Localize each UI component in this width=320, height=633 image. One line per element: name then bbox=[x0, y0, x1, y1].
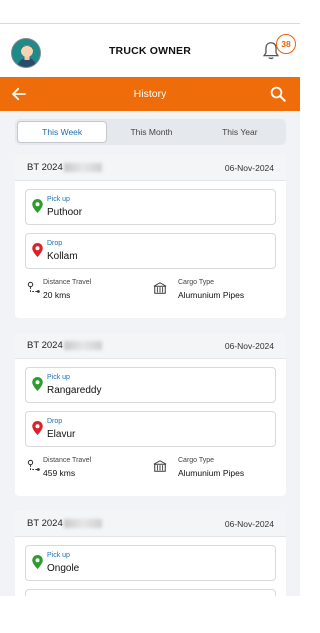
trip-date: 06-Nov-2024 bbox=[224, 162, 274, 173]
trip-id: BT 2024 bbox=[27, 518, 102, 529]
trip-date: 06-Nov-2024 bbox=[224, 340, 274, 351]
trip-stats: Distance Travel 459 kms Cargo Type Alumu… bbox=[25, 451, 276, 489]
trip-card-header: BT 2024 06-Nov-2024 bbox=[15, 155, 286, 181]
cargo-stat: Cargo Type Alumunium Pipes bbox=[178, 279, 244, 300]
trip-card-header: BT 2024 06-Nov-2024 bbox=[15, 333, 286, 359]
page-title: History bbox=[133, 88, 167, 100]
pickup-value: Puthoor bbox=[47, 207, 83, 218]
drop-label: Drop bbox=[47, 240, 63, 247]
period-tabs: This Week This Month This Year bbox=[15, 119, 286, 145]
map-pin-green-icon bbox=[32, 199, 43, 213]
route-icon bbox=[27, 281, 40, 293]
distance-value: 20 kms bbox=[43, 290, 71, 300]
redacted-id bbox=[63, 163, 102, 172]
tab-this-month[interactable]: This Month bbox=[107, 121, 195, 143]
trip-id: BT 2024 bbox=[27, 340, 102, 351]
history-content: This Week This Month This Year BT 2024 0… bbox=[0, 111, 300, 596]
trip-id-prefix: BT 2024 bbox=[27, 518, 63, 529]
trip-id-prefix: BT 2024 bbox=[27, 162, 63, 173]
pickup-value: Rangareddy bbox=[47, 385, 102, 396]
map-pin-green-icon bbox=[32, 377, 43, 391]
tab-this-week[interactable]: This Week bbox=[17, 121, 108, 143]
pickup-label: Pick up bbox=[47, 374, 70, 381]
trip-card[interactable]: BT 2024 06-Nov-2024 Pick up Rangareddy D… bbox=[15, 333, 286, 496]
cargo-label: Cargo Type bbox=[178, 457, 215, 464]
distance-value: 459 kms bbox=[43, 468, 76, 478]
pickup-value: Ongole bbox=[47, 563, 80, 574]
pickup-location: Pick up Ongole bbox=[25, 545, 276, 581]
search-button[interactable] bbox=[269, 85, 287, 108]
app-title: TRUCK OWNER bbox=[108, 44, 192, 57]
route-icon bbox=[27, 459, 40, 471]
trip-date: 06-Nov-2024 bbox=[224, 518, 274, 529]
trip-card[interactable]: BT 2024 06-Nov-2024 Pick up Ongole bbox=[15, 511, 286, 596]
redacted-id bbox=[63, 519, 102, 528]
drop-location: Drop Elavur bbox=[25, 411, 276, 447]
pickup-location: Pick up Rangareddy bbox=[25, 367, 276, 403]
history-toolbar: History bbox=[0, 77, 300, 111]
map-pin-red-icon bbox=[32, 421, 43, 435]
avatar[interactable] bbox=[11, 38, 41, 68]
tab-this-year[interactable]: This Year bbox=[196, 121, 284, 143]
cargo-value: Alumunium Pipes bbox=[178, 468, 245, 478]
trip-card-header: BT 2024 06-Nov-2024 bbox=[15, 511, 286, 537]
drop-value: Elavur bbox=[47, 429, 76, 440]
pickup-label: Pick up bbox=[47, 552, 70, 559]
pickup-location: Pick up Puthoor bbox=[25, 189, 276, 225]
drop-location: Drop Kollam bbox=[25, 233, 276, 269]
arrow-left-icon bbox=[12, 87, 26, 101]
cargo-container-icon bbox=[153, 282, 167, 294]
cargo-label: Cargo Type bbox=[178, 279, 215, 286]
distance-label: Distance Travel bbox=[43, 457, 92, 464]
status-bar bbox=[0, 0, 300, 24]
redacted-id bbox=[63, 341, 102, 350]
pickup-label: Pick up bbox=[47, 196, 70, 203]
back-button[interactable] bbox=[10, 85, 28, 108]
trip-id-prefix: BT 2024 bbox=[27, 340, 63, 351]
notification-badge: 38 bbox=[276, 34, 296, 54]
cargo-stat: Cargo Type Alumunium Pipes bbox=[178, 457, 244, 478]
trip-stats: Distance Travel 20 kms Cargo Type Alumun… bbox=[25, 273, 276, 311]
cargo-container-icon bbox=[153, 460, 167, 472]
drop-value: Kollam bbox=[47, 251, 78, 262]
map-pin-green-icon bbox=[32, 555, 43, 569]
user-icon bbox=[12, 39, 40, 67]
drop-location bbox=[25, 589, 276, 596]
map-pin-red-icon bbox=[32, 243, 43, 257]
trip-card[interactable]: BT 2024 06-Nov-2024 Pick up Puthoor Drop… bbox=[15, 155, 286, 318]
app-header: TRUCK OWNER bbox=[0, 24, 300, 76]
distance-label: Distance Travel bbox=[43, 279, 92, 286]
distance-stat: Distance Travel 459 kms bbox=[43, 457, 91, 478]
trip-id: BT 2024 bbox=[27, 162, 102, 173]
cargo-value: Alumunium Pipes bbox=[178, 290, 245, 300]
search-icon bbox=[270, 86, 286, 102]
distance-stat: Distance Travel 20 kms bbox=[43, 279, 91, 300]
drop-label: Drop bbox=[47, 418, 63, 425]
